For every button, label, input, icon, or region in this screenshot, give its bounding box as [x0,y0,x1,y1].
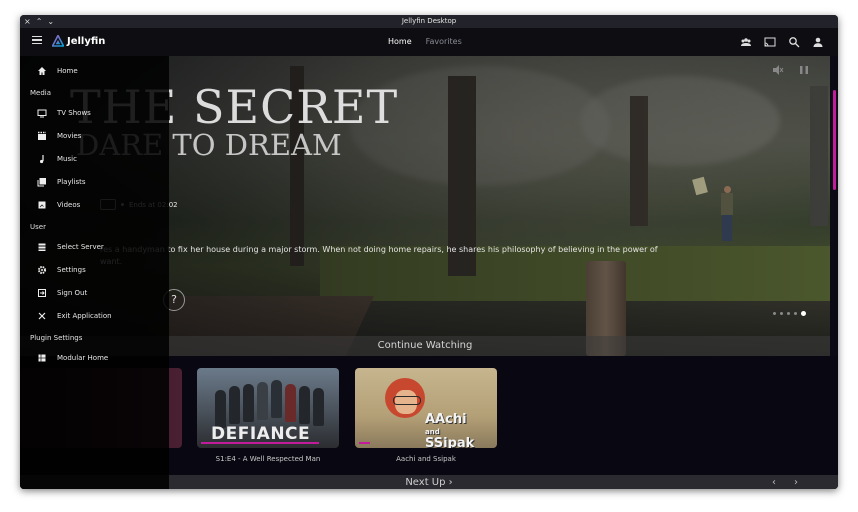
media-card-aachi[interactable]: AAchi and SSipak [355,368,497,448]
page-scrollbar[interactable] [833,90,836,190]
title-bar: × ⌃ ⌄ Jellyfin Desktop [20,15,838,28]
sidebar-item-music[interactable]: Music [20,150,169,168]
video-icon [38,201,46,209]
sign-out-icon [38,289,46,297]
sidebar-item-home[interactable]: Home [20,62,169,80]
jellyfin-logo[interactable]: Jellyfin [52,35,105,47]
card-title[interactable]: Aachi and Ssipak [355,455,497,463]
brand-name: Jellyfin [67,35,106,47]
tab-favorites[interactable]: Favorites [426,37,462,46]
pager-dot[interactable] [794,312,797,315]
movie-icon [38,131,46,140]
sidebar-item-movies[interactable]: Movies [20,127,169,145]
hero-pager[interactable] [773,311,806,316]
pager-dot[interactable] [787,312,790,315]
pager-dot[interactable] [773,312,776,315]
menu-icon[interactable] [32,36,42,44]
sidebar-item-tv-shows[interactable]: TV Shows [20,104,169,122]
home-icon [38,67,46,75]
search-icon[interactable] [788,36,800,48]
cast-icon[interactable] [764,36,776,48]
tv-icon [37,109,47,118]
row-next-button[interactable]: › [794,477,798,488]
sidebar-item-settings[interactable]: Settings [20,261,169,279]
window-title: Jellyfin Desktop [401,17,457,25]
card-art-title: DEFIANCE [211,424,311,444]
close-icon [38,312,46,320]
hero-overview: res a handyman to fix her house during a… [100,245,658,266]
server-icon [38,243,46,251]
sidebar-item-playlists[interactable]: Playlists [20,173,169,191]
nav-drawer: Home Media TV Shows Movies Music Playlis… [20,56,169,489]
jellyfin-logo-icon [52,35,64,47]
progress-bar [359,442,370,444]
pager-dot[interactable] [780,312,783,315]
section-plugin-settings: Plugin Settings [30,334,83,342]
row-prev-button[interactable]: ‹ [772,477,776,488]
gear-icon [38,266,46,274]
pager-dot-active[interactable] [801,311,806,316]
card-art-title: AAchi and SSipak [425,412,475,448]
user-icon[interactable] [812,36,824,48]
sidebar-item-sign-out[interactable]: Sign Out [20,284,169,302]
tab-home[interactable]: Home [388,37,412,46]
sidebar-item-select-server[interactable]: Select Server [20,238,169,256]
playlist-icon [37,178,46,187]
grid-icon [38,354,46,362]
section-media: Media [30,89,52,97]
users-icon[interactable] [740,36,752,48]
progress-bar [201,442,319,444]
app-header: Jellyfin Home Favorites [20,28,838,56]
sidebar-item-modular-home[interactable]: Modular Home [20,349,169,367]
sidebar-item-videos[interactable]: Videos [20,196,169,214]
pause-icon[interactable] [798,64,810,76]
music-icon [40,155,44,164]
sidebar-item-exit-application[interactable]: Exit Application [20,307,169,325]
mute-icon[interactable] [772,64,784,76]
section-user: User [30,223,46,231]
app-window: × ⌃ ⌄ Jellyfin Desktop THE SECRET DARE T… [20,15,838,489]
card-title[interactable]: S1:E4 - A Well Respected Man [197,455,339,463]
media-card-defiance[interactable]: DEFIANCE [197,368,339,448]
